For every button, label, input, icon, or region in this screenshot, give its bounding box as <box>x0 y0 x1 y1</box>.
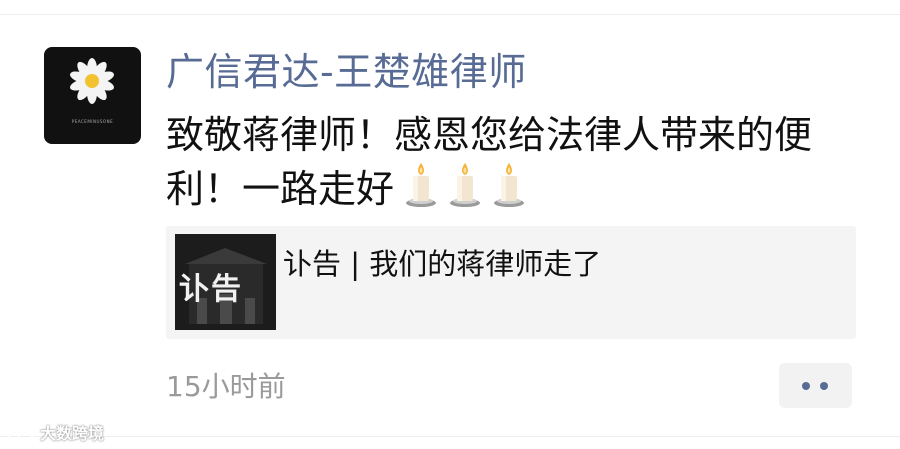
avatar[interactable]: PEACEMINUSONE <box>44 47 141 144</box>
more-dot-icon <box>820 382 828 390</box>
shared-article-card[interactable]: 讣告 讣告 | 我们的蒋律师走了 <box>166 226 856 339</box>
watermark-text: 大数跨境 <box>40 424 105 443</box>
avatar-caption: PEACEMINUSONE <box>71 119 114 124</box>
article-title: 讣告 | 我们的蒋律师走了 <box>283 247 602 281</box>
author-name[interactable]: 广信君达-王楚雄律师 <box>166 45 527 99</box>
more-options-button[interactable] <box>779 363 852 408</box>
post-text: 致敬蒋律师！感恩您给法律人带来的便 利！一路走好 <box>166 108 866 222</box>
post-text-line-2: 利！一路走好 <box>166 162 866 222</box>
post-timestamp: 15小时前 <box>166 370 286 403</box>
watermark-logo-icon <box>7 425 34 440</box>
candle-icon <box>492 162 526 222</box>
daisy-icon <box>70 58 114 104</box>
article-thumbnail: 讣告 <box>175 234 276 330</box>
candle-icon <box>448 162 482 222</box>
post-text-line-2-text: 利！一路走好 <box>166 167 395 211</box>
post-text-line-1: 致敬蒋律师！感恩您给法律人带来的便 <box>166 113 813 157</box>
bottom-divider <box>0 436 900 437</box>
thumbnail-title: 讣告 <box>179 272 243 307</box>
top-divider <box>0 14 900 15</box>
candle-icon <box>404 162 438 222</box>
more-dot-icon <box>802 382 810 390</box>
watermark: 大数跨境 <box>6 420 104 444</box>
